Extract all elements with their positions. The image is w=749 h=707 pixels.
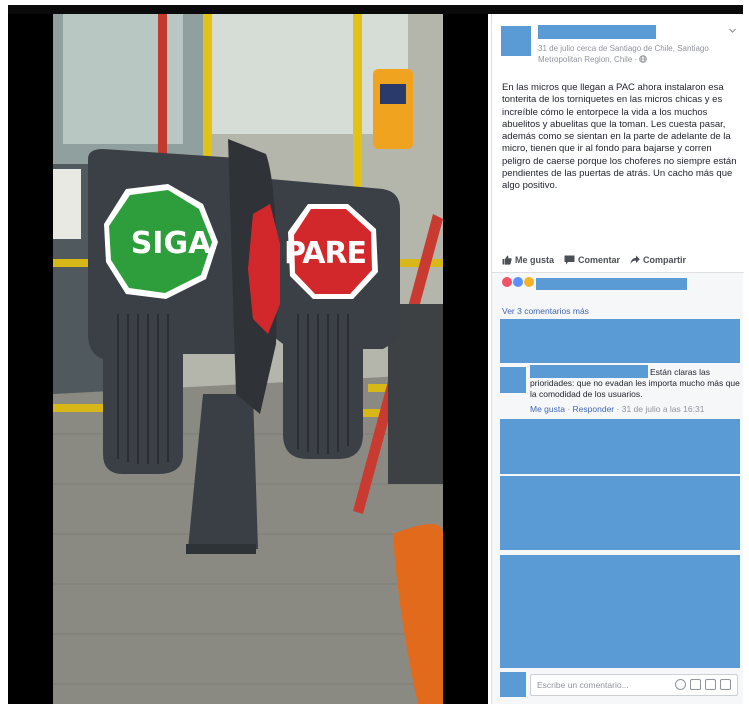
comment-label: Comentar bbox=[578, 255, 621, 265]
author-avatar[interactable] bbox=[501, 26, 531, 56]
globe-icon bbox=[639, 55, 648, 63]
like-reaction-icon bbox=[513, 277, 523, 287]
bus-turnstile-image bbox=[53, 14, 443, 704]
post-actions: Me gusta Comentar Compartir bbox=[502, 252, 738, 268]
reaction-names-redacted[interactable] bbox=[536, 278, 687, 290]
post-text: En las micros que llegan a PAC ahora ins… bbox=[502, 82, 737, 192]
gif-icon[interactable] bbox=[705, 679, 716, 690]
reaction-icons[interactable] bbox=[502, 277, 535, 287]
like-button[interactable]: Me gusta bbox=[502, 255, 554, 265]
sticker-icon[interactable] bbox=[720, 679, 731, 690]
sign-stop-label: PARE bbox=[283, 236, 367, 271]
comment-redacted bbox=[500, 319, 740, 363]
angry-reaction-icon bbox=[502, 277, 512, 287]
post-photo[interactable]: SIGA PARE bbox=[8, 14, 488, 704]
share-button[interactable]: Compartir bbox=[630, 255, 686, 265]
top-bar bbox=[8, 5, 743, 14]
like-label: Me gusta bbox=[515, 255, 555, 265]
comment-input[interactable]: Escribe un comentario... bbox=[530, 674, 738, 696]
comment-like-link[interactable]: Me gusta bbox=[530, 404, 565, 414]
post-meta: 31 de julio cerca de Santiago de Chile, … bbox=[538, 43, 734, 65]
viewer-avatar bbox=[500, 672, 526, 697]
comment-redacted bbox=[500, 555, 740, 668]
comment-actions: Me gusta · Responder · 31 de julio a las… bbox=[530, 404, 705, 414]
comment-button[interactable]: Comentar bbox=[564, 255, 620, 265]
view-more-comments-link[interactable]: Ver 3 comentarios más bbox=[502, 306, 589, 316]
sign-go-label: SIGA bbox=[130, 226, 212, 261]
comment-redacted bbox=[500, 419, 740, 474]
post-sidebar: 31 de julio cerca de Santiago de Chile, … bbox=[491, 14, 744, 704]
composer-icons bbox=[675, 679, 731, 690]
comment-timestamp[interactable]: 31 de julio a las 16:31 bbox=[622, 404, 705, 414]
share-label: Compartir bbox=[643, 255, 687, 265]
share-icon bbox=[630, 255, 640, 264]
comment-input-placeholder: Escribe un comentario... bbox=[537, 680, 629, 690]
commenter-avatar[interactable] bbox=[500, 367, 526, 393]
post-location-date[interactable]: 31 de julio cerca de Santiago de Chile, … bbox=[538, 44, 709, 64]
sad-reaction-icon bbox=[524, 277, 534, 287]
chevron-down-icon[interactable] bbox=[728, 26, 737, 35]
comment-redacted bbox=[500, 476, 740, 550]
facebook-photo-viewer: SIGA PARE 31 de julio cerca de Santiago … bbox=[0, 0, 749, 707]
commenter-name-redacted[interactable] bbox=[530, 365, 648, 378]
emoji-icon[interactable] bbox=[675, 679, 686, 690]
camera-icon[interactable] bbox=[690, 679, 701, 690]
divider bbox=[492, 272, 744, 273]
comment-reply-link[interactable]: Responder bbox=[573, 404, 615, 414]
thumbs-up-icon bbox=[502, 255, 512, 265]
comment-icon bbox=[564, 255, 575, 265]
author-name-redacted[interactable] bbox=[538, 25, 656, 39]
